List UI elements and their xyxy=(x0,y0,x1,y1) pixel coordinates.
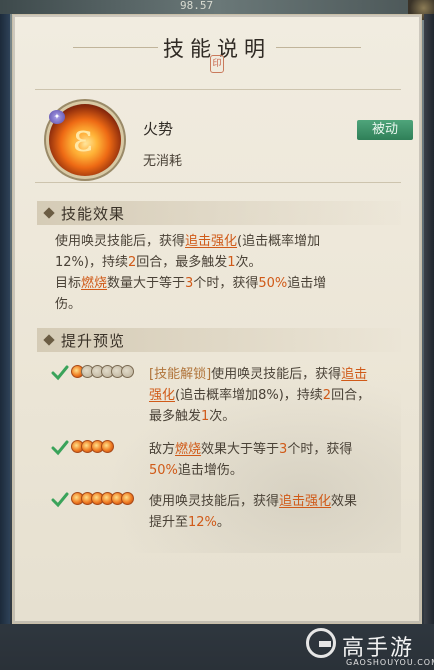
text-segment: 使用唤灵技能后，获得 xyxy=(149,494,280,509)
watermark-url: GAOSHOUYOU.COM xyxy=(346,658,434,667)
skill-icon-glyph: ε xyxy=(73,116,93,160)
level-orbs xyxy=(71,440,114,454)
text-segment: 提升至 xyxy=(149,515,189,530)
text-segment: 使用唤灵技能后，获得 xyxy=(211,367,342,382)
text-segment: 效果大于等于 xyxy=(201,442,280,457)
seal-icon: 印 xyxy=(210,55,224,73)
highlight-number: 50% xyxy=(149,463,178,478)
keyword-link[interactable]: 强化 xyxy=(149,388,175,403)
left-background-edge xyxy=(0,14,10,624)
section-title: 提升预览 xyxy=(61,332,126,350)
highlight-number: 2 xyxy=(127,255,137,270)
skill-cost: 无消耗 xyxy=(143,154,183,169)
title-divider-right xyxy=(276,47,361,48)
highlight-number: 1 xyxy=(227,255,236,270)
text-segment: 回合，最多触发 xyxy=(136,255,228,270)
text-segment: 追击增 xyxy=(287,276,327,291)
text-segment: 最多触发 xyxy=(149,409,202,424)
skill-name: 火势 xyxy=(143,120,174,138)
top-number: 98.57 xyxy=(180,0,214,12)
text-segment: 回合， xyxy=(331,388,371,403)
text-segment: 12%)，持续 xyxy=(55,255,128,270)
text-segment: 敌方 xyxy=(149,442,176,457)
diamond-bullet-icon xyxy=(43,207,55,219)
section-skill-effect: 技能效果 xyxy=(37,201,401,225)
skill-effect-text: 使用唤灵技能后，获得追击强化(追击概率增加 12%)，持续2回合，最多触发1次。… xyxy=(55,231,405,315)
checkmark-icon xyxy=(51,491,69,509)
text-segment: 效果 xyxy=(331,494,358,509)
text-segment: 次。 xyxy=(209,409,236,424)
upgrade-level-text: 使用唤灵技能后，获得追击强化效果 提升至12%。 xyxy=(149,491,407,533)
checkmark-icon xyxy=(51,439,69,457)
keyword-link[interactable]: 追击 xyxy=(341,367,367,382)
keyword-link[interactable]: 追击强化 xyxy=(279,494,331,509)
text-segment: 个时，获得 xyxy=(287,442,353,457)
text-segment: 数量大于等于 xyxy=(107,276,186,291)
orb-filled-icon xyxy=(121,492,134,505)
text-segment: 个时，获得 xyxy=(193,276,259,291)
skill-header-card: ε ✦ 火势 无消耗 被动 xyxy=(35,89,413,183)
brand-logo-icon xyxy=(306,628,336,658)
text-segment: 使用唤灵技能后，获得 xyxy=(55,234,186,249)
keyword-link[interactable]: 燃烧 xyxy=(81,276,107,291)
highlight-number: 50% xyxy=(258,276,288,291)
orb-empty-icon xyxy=(121,365,134,378)
text-segment: 伤。 xyxy=(55,297,82,312)
checkmark-icon xyxy=(51,364,69,382)
skill-description-panel: 技能说明 印 ε ✦ 火势 无消耗 被动 技能效果 使用唤灵技能后，获得追击强化… xyxy=(12,14,422,624)
orb-filled-icon xyxy=(101,440,114,453)
highlight-number: 2 xyxy=(322,388,332,403)
section-title: 技能效果 xyxy=(61,205,126,223)
keyword-link[interactable]: 追击强化 xyxy=(185,234,237,249)
text-segment: (追击概率增加 xyxy=(237,234,321,249)
text-segment: 追击增伤。 xyxy=(177,463,243,478)
top-status-strip: 98.57 xyxy=(0,0,434,14)
diamond-bullet-icon xyxy=(43,334,55,346)
level-orbs xyxy=(71,365,134,379)
text-segment: 次。 xyxy=(235,255,262,270)
text-segment: 目标 xyxy=(55,276,82,291)
keyword-link[interactable]: 燃烧 xyxy=(175,442,201,457)
unlock-tag: [技能解锁] xyxy=(149,367,212,382)
site-watermark: 高手游 GAOSHOUYOU.COM xyxy=(300,626,434,667)
level-orbs xyxy=(71,492,134,506)
highlight-number: 12% xyxy=(188,515,217,530)
passive-badge: 被动 xyxy=(357,120,413,140)
gem-icon: ✦ xyxy=(49,110,65,124)
right-background-edge xyxy=(424,14,434,624)
upgrade-level-text: 敌方燃烧效果大于等于3个时，获得 50%追击增伤。 xyxy=(149,439,407,481)
text-segment: 。 xyxy=(216,515,230,530)
text-segment: (追击概率增加8%)，持续 xyxy=(175,388,323,403)
section-upgrade-preview: 提升预览 xyxy=(37,328,401,352)
upgrade-level-text: [技能解锁]使用唤灵技能后，获得追击 强化(追击概率增加8%)，持续2回合， 最… xyxy=(149,364,407,427)
